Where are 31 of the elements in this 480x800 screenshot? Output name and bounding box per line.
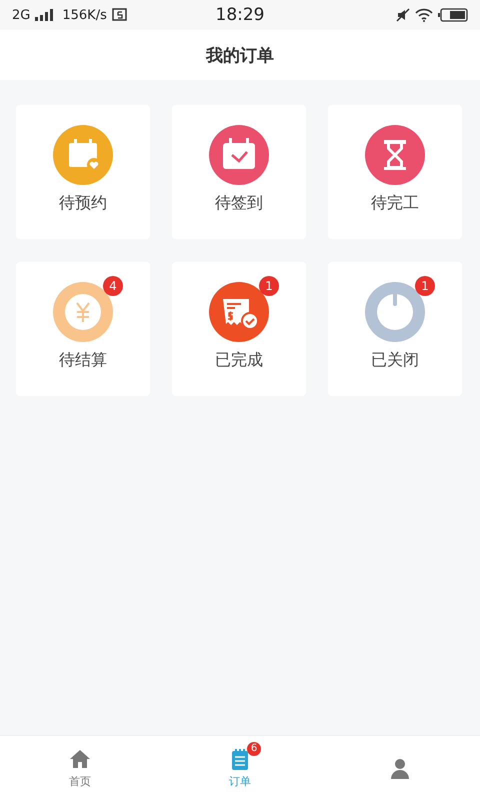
order-card[interactable]: 待签到 — [172, 105, 306, 239]
count-badge: 1 — [415, 276, 435, 296]
order-card[interactable]: 1 已关闭 — [328, 262, 462, 396]
order-card[interactable]: 待完工 — [328, 105, 462, 239]
count-badge: 4 — [103, 276, 123, 296]
order-card[interactable]: 1 已完成 — [172, 262, 306, 396]
order-status-label: 已完成 — [215, 350, 263, 371]
notepad-icon — [229, 748, 251, 770]
order-status-label: 待签到 — [215, 193, 263, 214]
count-badge: 1 — [259, 276, 279, 296]
wifi-icon — [415, 8, 433, 22]
nav-tab[interactable]: 6 订单 — [160, 736, 320, 800]
mute-icon — [396, 8, 410, 22]
page-title: 我的订单 — [206, 44, 274, 66]
home-icon — [69, 748, 91, 770]
order-status-label: 待结算 — [59, 350, 107, 371]
network-type: 2G — [12, 8, 30, 22]
order-card[interactable]: 待预约 — [16, 105, 150, 239]
order-status-label: 已关闭 — [371, 350, 419, 371]
tab-label: 订单 — [229, 774, 251, 788]
clock-time: 18:29 — [216, 5, 264, 25]
order-status-label: 待预约 — [59, 193, 107, 214]
order-status-label: 待完工 — [371, 193, 419, 214]
order-card[interactable]: 4 待结算 — [16, 262, 150, 396]
person-icon — [389, 756, 411, 780]
nav-tab[interactable]: 首页 — [0, 736, 160, 800]
screenshot-icon — [112, 8, 128, 22]
tab-label: 首页 — [69, 774, 91, 788]
battery-icon — [438, 8, 468, 22]
network-speed: 156K/s — [62, 8, 107, 22]
count-badge: 6 — [247, 742, 261, 756]
